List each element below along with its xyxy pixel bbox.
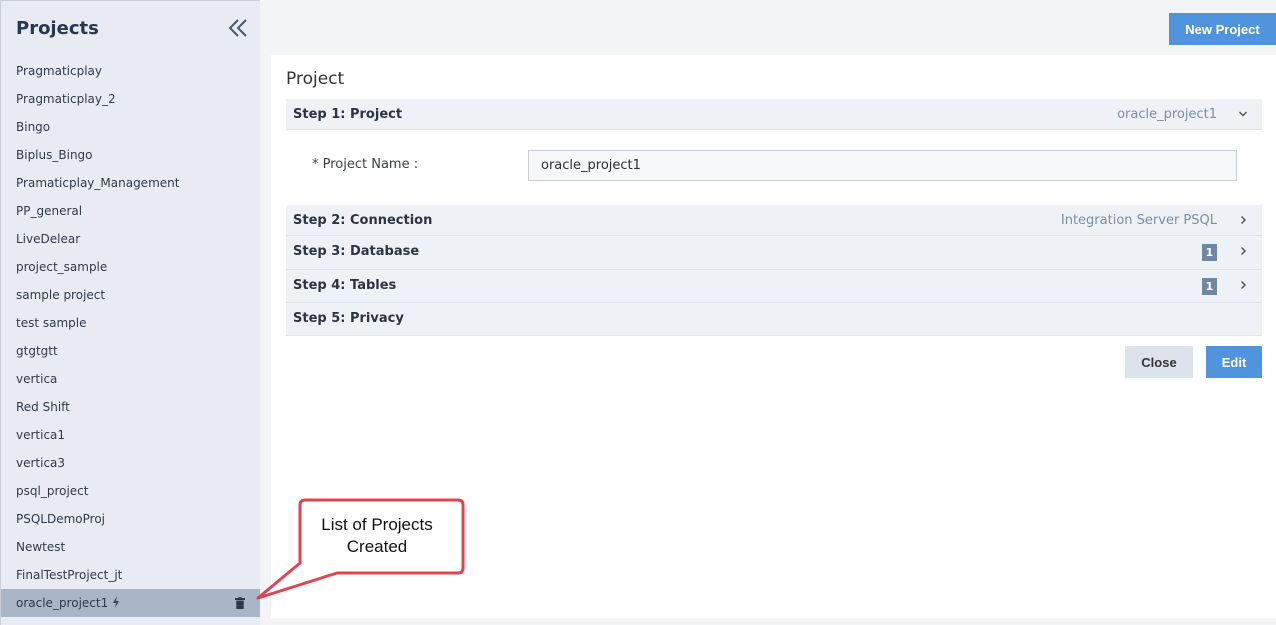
- callout-line: List of Projects: [321, 515, 433, 534]
- step-project-header[interactable]: Step 1: Project oracle_project1: [286, 99, 1262, 130]
- sidebar-title: Projects: [16, 18, 99, 39]
- step-label: Step 5: Privacy: [293, 311, 404, 326]
- project-list-item[interactable]: LiveDelear: [1, 225, 260, 253]
- project-list-item[interactable]: Bingo: [1, 113, 260, 141]
- project-list-item[interactable]: Biplus_Bingo: [1, 141, 260, 169]
- project-list-item[interactable]: vertica1: [1, 421, 260, 449]
- trash-icon[interactable]: [235, 597, 245, 609]
- step-database-header[interactable]: Step 3: Database 1: [286, 236, 1262, 270]
- step-label: Step 1: Project: [293, 107, 403, 122]
- count-badge: 1: [1202, 278, 1217, 295]
- project-list-item-active[interactable]: oracle_project1: [1, 589, 260, 617]
- project-list-item[interactable]: Pramaticplay_Management: [1, 169, 260, 197]
- project-list-item[interactable]: test sample: [1, 309, 260, 337]
- new-project-button[interactable]: New Project: [1169, 13, 1276, 45]
- panel-title: Project: [286, 69, 345, 89]
- callout-line: Created: [346, 537, 408, 556]
- step-tables-header[interactable]: Step 4: Tables 1: [286, 270, 1262, 303]
- active-project-label: oracle_project1: [16, 596, 109, 610]
- step-project-body: * Project Name :: [286, 130, 1262, 205]
- project-list-item[interactable]: PP_general: [1, 197, 260, 225]
- step-privacy-header[interactable]: Step 5: Privacy: [286, 303, 1262, 336]
- step-connection-header[interactable]: Step 2: Connection Integration Server PS…: [286, 205, 1262, 236]
- chevron-right-icon: [1240, 246, 1247, 256]
- callout-text: List of Projects Created: [296, 514, 458, 558]
- project-name-field[interactable]: [528, 150, 1237, 181]
- project-list-item[interactable]: gtgtgtt: [1, 337, 260, 365]
- count-badge: 1: [1202, 244, 1217, 261]
- project-steps: Step 1: Project oracle_project1 * Projec…: [286, 99, 1262, 336]
- step-label: Step 4: Tables: [293, 278, 397, 293]
- project-list-item[interactable]: sample project: [1, 281, 260, 309]
- project-list-item[interactable]: Pragmaticplay: [1, 57, 260, 85]
- edit-button[interactable]: Edit: [1206, 346, 1262, 378]
- chevron-down-icon: [1238, 111, 1248, 117]
- step-label: Step 2: Connection: [293, 213, 433, 228]
- project-list-item[interactable]: psql_project: [1, 477, 260, 505]
- project-list-item[interactable]: Newtest: [1, 533, 260, 561]
- step-value: Integration Server PSQL: [1060, 213, 1217, 228]
- close-button[interactable]: Close: [1125, 346, 1193, 378]
- collapse-sidebar-icon[interactable]: [226, 16, 250, 40]
- project-name-label: * Project Name :: [312, 157, 419, 172]
- bolt-icon: [113, 596, 120, 608]
- project-list-item[interactable]: vertica: [1, 365, 260, 393]
- step-value: oracle_project1: [1117, 107, 1217, 122]
- projects-sidebar: Projects Pragmaticplay Pragmaticplay_2 B…: [0, 0, 260, 625]
- sidebar-header: Projects: [1, 1, 260, 57]
- chevron-right-icon: [1240, 280, 1247, 290]
- project-list-item[interactable]: Red Shift: [1, 393, 260, 421]
- project-list-item[interactable]: Pragmaticplay_2: [1, 85, 260, 113]
- project-list-item[interactable]: FinalTestProject_jt: [1, 561, 260, 589]
- project-list-item[interactable]: vertica3: [1, 449, 260, 477]
- project-list-item[interactable]: PSQLDemoProj: [1, 505, 260, 533]
- project-list: Pragmaticplay Pragmaticplay_2 Bingo Bipl…: [1, 57, 260, 617]
- project-list-item[interactable]: project_sample: [1, 253, 260, 281]
- top-bar: [260, 0, 1276, 55]
- chevron-right-icon: [1240, 215, 1247, 225]
- step-label: Step 3: Database: [293, 244, 420, 259]
